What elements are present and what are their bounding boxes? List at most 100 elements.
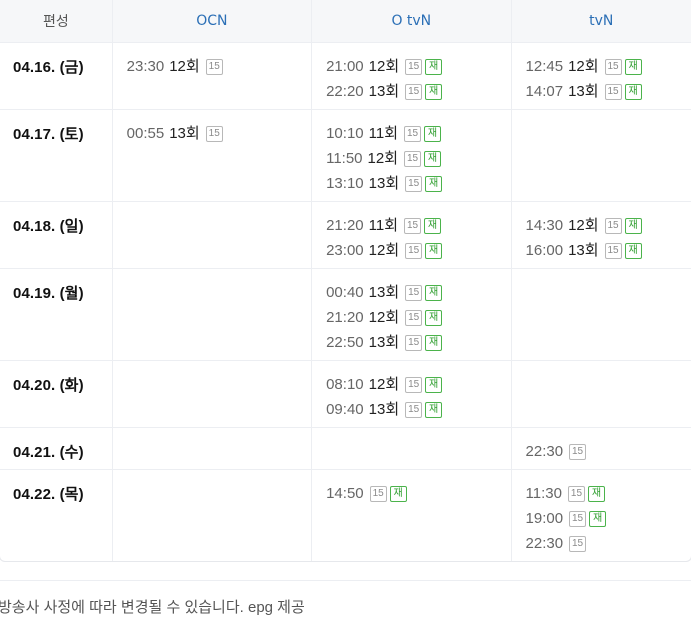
episode-number: 12회 bbox=[568, 217, 599, 234]
airtime-slot[interactable]: 21:00 12회 15 재 bbox=[326, 54, 510, 79]
age-rating-badge: 15 bbox=[405, 83, 423, 100]
date-cell: 04.17. (토) bbox=[0, 110, 112, 201]
age-rating-badge: 15 bbox=[205, 58, 223, 75]
airtime-slot[interactable]: 21:20 12회 15 재 bbox=[326, 305, 510, 330]
airtime-slot[interactable]: 21:20 11회 15 재 bbox=[326, 213, 510, 238]
airtime-slot[interactable]: 00:55 13회 15 bbox=[127, 121, 311, 146]
channel-cell bbox=[111, 428, 311, 469]
air-time: 11:50 bbox=[326, 150, 363, 167]
age-rating-badge: 15 bbox=[405, 175, 423, 192]
air-time: 21:20 bbox=[326, 217, 364, 234]
date-label: 04.17. (토) bbox=[13, 126, 84, 143]
date-label: 04.22. (목) bbox=[13, 486, 84, 503]
channel-cell bbox=[510, 110, 691, 201]
airtime-slot[interactable]: 14:50 15 재 bbox=[326, 481, 510, 506]
air-time: 13:10 bbox=[326, 175, 364, 192]
age-rating-badge: 15 bbox=[205, 125, 223, 142]
channel-cell bbox=[111, 269, 311, 360]
channel-cell bbox=[311, 428, 510, 469]
episode-number: 11회 bbox=[368, 217, 399, 234]
age-rating-badge: 15 bbox=[569, 443, 587, 460]
rerun-badge: 재 bbox=[424, 150, 442, 167]
airtime-slot[interactable]: 23:30 12회 15 bbox=[127, 54, 311, 79]
airtime-slot[interactable]: 14:30 12회 15 재 bbox=[526, 213, 691, 238]
air-time: 00:40 bbox=[326, 284, 364, 301]
air-time: 21:20 bbox=[326, 309, 364, 326]
episode-number: 12회 bbox=[368, 242, 400, 259]
age-rating-badge: 15 bbox=[567, 485, 585, 502]
airtime-slot[interactable]: 12:45 12회 15 재 bbox=[526, 54, 691, 79]
header-channel-ocn[interactable]: OCN bbox=[111, 0, 311, 42]
airtime-slot[interactable]: 10:10 11회 15 재 bbox=[326, 121, 510, 146]
episode-number: 12회 bbox=[367, 150, 399, 167]
air-time: 22:20 bbox=[326, 83, 364, 100]
age-rating-badge: 15 bbox=[405, 401, 423, 418]
age-rating-badge: 15 bbox=[369, 485, 387, 502]
date-cell: 04.18. (일) bbox=[0, 202, 112, 268]
rerun-badge: 재 bbox=[425, 83, 443, 100]
age-rating-badge: 15 bbox=[405, 242, 423, 259]
airtime-slot[interactable]: 16:00 13회 15 재 bbox=[526, 238, 691, 263]
rerun-badge: 재 bbox=[425, 376, 443, 393]
header-channel-otvn[interactable]: O tvN bbox=[311, 0, 510, 42]
airtime-slot[interactable]: 22:30 15 bbox=[526, 439, 691, 464]
age-rating-badge: 15 bbox=[405, 309, 423, 326]
age-rating-badge: 15 bbox=[569, 510, 587, 527]
table-row: 04.22. (목) 14:50 15 재 11:30 15 재 19:00 15 재 22:30 1… bbox=[0, 469, 691, 561]
date-label: 04.16. (금) bbox=[13, 59, 84, 76]
date-cell: 04.20. (화) bbox=[0, 361, 112, 427]
age-rating-badge: 15 bbox=[405, 284, 423, 301]
age-rating-badge: 15 bbox=[404, 150, 422, 167]
episode-number: 12회 bbox=[368, 309, 400, 326]
airtime-slot[interactable]: 13:10 13회 15 재 bbox=[326, 171, 510, 196]
age-rating-badge: 15 bbox=[604, 58, 622, 75]
airtime-slot[interactable]: 23:00 12회 15 재 bbox=[326, 238, 510, 263]
rerun-badge: 재 bbox=[624, 217, 642, 234]
rerun-badge: 재 bbox=[624, 242, 642, 259]
episode-number: 13회 bbox=[368, 334, 400, 351]
table-row: 04.16. (금) 23:30 12회 15 21:00 12회 15 재 22:20 13회 1… bbox=[0, 42, 691, 109]
age-rating-badge: 15 bbox=[604, 217, 622, 234]
channel-cell bbox=[510, 269, 691, 360]
table-header: 편성 OCN O tvN tvN bbox=[0, 0, 691, 42]
air-time: 22:30 bbox=[525, 443, 564, 460]
airtime-slot[interactable]: 22:20 13회 15 재 bbox=[326, 79, 510, 104]
episode-number: 13회 bbox=[368, 175, 400, 192]
schedule-notice: 방송사 사정에 따라 변경될 수 있습니다. epg 제공 bbox=[0, 599, 305, 616]
channel-cell bbox=[111, 202, 311, 268]
airtime-slot[interactable]: 19:00 15 재 bbox=[526, 506, 691, 531]
rerun-badge: 재 bbox=[425, 58, 443, 75]
rerun-badge: 재 bbox=[424, 217, 442, 234]
airtime-slot[interactable]: 11:30 15 재 bbox=[526, 481, 691, 506]
channel-cell: 22:30 15 bbox=[510, 428, 691, 469]
air-time: 11:30 bbox=[525, 485, 562, 502]
air-time: 12:45 bbox=[525, 58, 564, 75]
episode-number: 11회 bbox=[368, 125, 399, 142]
airtime-slot[interactable]: 11:50 12회 15 재 bbox=[326, 146, 510, 171]
table-row: 04.21. (수) 22:30 15 bbox=[0, 427, 691, 469]
airtime-slot[interactable]: 22:50 13회 15 재 bbox=[326, 330, 510, 355]
airtime-slot[interactable]: 22:30 15 bbox=[526, 531, 691, 556]
airtime-slot[interactable]: 14:07 13회 15 재 bbox=[526, 79, 691, 104]
air-time: 14:07 bbox=[525, 83, 564, 100]
air-time: 14:50 bbox=[326, 485, 364, 502]
date-cell: 04.22. (목) bbox=[0, 470, 112, 561]
age-rating-badge: 15 bbox=[604, 83, 622, 100]
age-rating-badge: 15 bbox=[404, 217, 422, 234]
airtime-slot[interactable]: 08:10 12회 15 재 bbox=[326, 372, 510, 397]
age-rating-badge: 15 bbox=[405, 334, 423, 351]
channel-cell: 10:10 11회 15 재 11:50 12회 15 재 13:10 13회 15 재 bbox=[311, 110, 510, 201]
date-cell: 04.19. (월) bbox=[0, 269, 112, 360]
channel-cell bbox=[111, 470, 311, 561]
airtime-slot[interactable]: 00:40 13회 15 재 bbox=[326, 280, 510, 305]
airtime-slot[interactable]: 09:40 13회 15 재 bbox=[326, 397, 510, 422]
air-time: 23:30 bbox=[126, 58, 165, 75]
channel-cell: 00:40 13회 15 재 21:20 12회 15 재 22:50 13회 15 재 bbox=[311, 269, 510, 360]
age-rating-badge: 15 bbox=[405, 58, 423, 75]
air-time: 10:10 bbox=[326, 125, 364, 142]
header-channel-tvn[interactable]: tvN bbox=[510, 0, 691, 42]
date-cell: 04.21. (수) bbox=[0, 428, 112, 469]
age-rating-badge: 15 bbox=[405, 376, 423, 393]
channel-cell: 00:55 13회 15 bbox=[111, 110, 311, 201]
episode-number: 13회 bbox=[368, 284, 400, 301]
